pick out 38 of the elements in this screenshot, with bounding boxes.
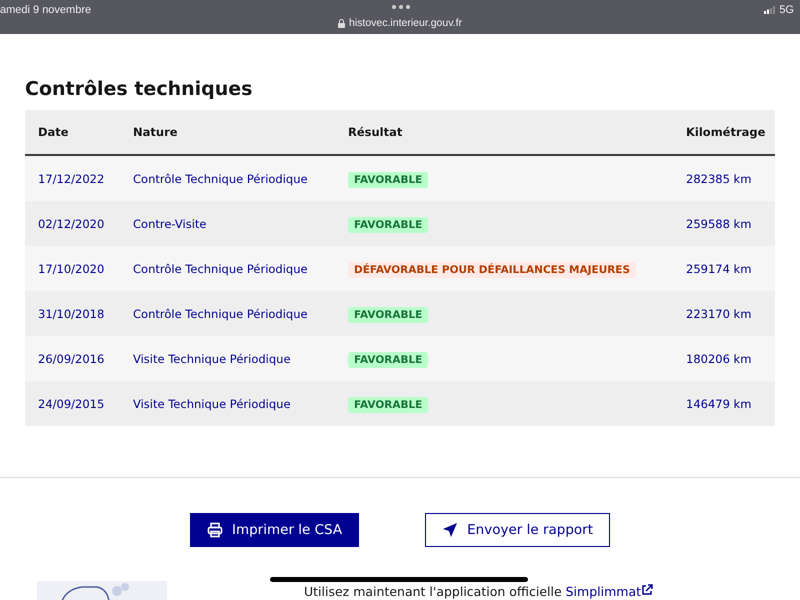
date-cell: 17/10/2020 (25, 246, 120, 291)
external-link-icon (641, 584, 654, 596)
result-badge: FAVORABLE (348, 352, 428, 368)
lock-icon (338, 18, 345, 28)
mileage-cell: 259174 km (673, 246, 775, 291)
date-cell: 31/10/2018 (25, 291, 120, 336)
mileage-cell: 282385 km (673, 155, 775, 201)
nature-cell: Contre-Visite (120, 201, 335, 246)
section-title: Contrôles techniques (25, 78, 254, 100)
simplimmat-link[interactable]: Simplimmat (566, 584, 642, 599)
send-button[interactable]: Envoyer le rapport (425, 513, 610, 547)
mileage-cell: 223170 km (673, 291, 775, 336)
date-cell: 26/09/2016 (25, 336, 120, 381)
date-cell: 24/09/2015 (25, 381, 120, 426)
url-text[interactable]: histovec.interieur.gouv.fr (348, 17, 462, 29)
printer-icon (206, 522, 223, 538)
result-badge: FAVORABLE (348, 396, 428, 412)
nature-cell: Visite Technique Périodique (120, 336, 335, 381)
nature-cell: Contrôle Technique Périodique (120, 155, 335, 201)
network-label: 5G (779, 4, 794, 16)
mileage-cell: 180206 km (673, 336, 775, 381)
date-cell: 02/12/2020 (25, 201, 120, 246)
result-badge: FAVORABLE (348, 172, 428, 188)
more-icon[interactable] (392, 5, 410, 9)
result-badge: DÉFAVORABLE POUR DÉFAILLANCES MAJEURES (348, 262, 636, 278)
print-button[interactable]: Imprimer le CSA (190, 513, 360, 547)
mileage-cell: 146479 km (673, 381, 775, 426)
footer-text: Utilisez maintenant l'application officielle Simplimmat (304, 584, 654, 599)
signal-icon (764, 6, 776, 14)
nature-cell: Visite Technique Périodique (120, 381, 335, 426)
result-badge: FAVORABLE (348, 216, 428, 232)
mileage-cell: 259588 km (673, 201, 775, 246)
nature-cell: Contrôle Technique Périodique (120, 291, 335, 336)
nature-cell: Contrôle Technique Périodique (120, 246, 335, 291)
result-badge: FAVORABLE (348, 306, 428, 322)
date-cell: 17/12/2022 (25, 155, 120, 201)
status-date: amedi 9 novembre (0, 4, 92, 16)
send-icon (442, 522, 458, 538)
